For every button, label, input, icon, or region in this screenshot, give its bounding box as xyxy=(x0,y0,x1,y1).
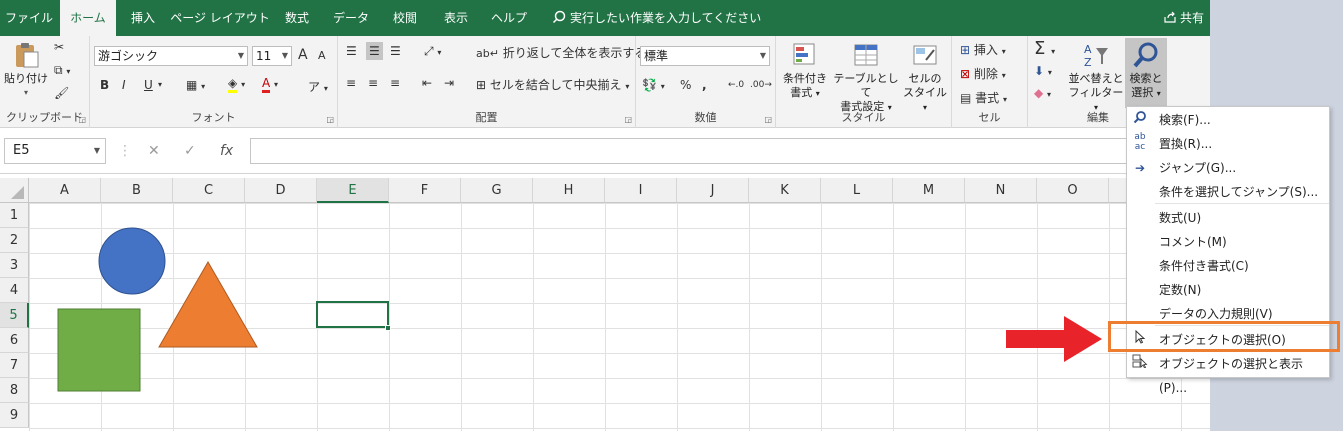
shapes-layer xyxy=(57,227,258,392)
excel-window: ファイル ホーム 挿入 ページ レイアウト 数式 データ 校閲 表示 ヘルプ 実… xyxy=(0,0,1210,431)
arrow-right-icon: ➔ xyxy=(1134,161,1146,175)
square-shape[interactable] xyxy=(57,308,141,392)
menu-item-label: コメント(M) xyxy=(1159,235,1227,249)
menu-item-label: 検索(F)... xyxy=(1159,113,1211,127)
menu-item-label: 条件付き書式(C) xyxy=(1159,259,1249,273)
menu-item-label: 定数(N) xyxy=(1159,283,1202,297)
search-icon xyxy=(1131,108,1149,132)
menu-item-0[interactable]: 検索(F)... xyxy=(1127,108,1329,132)
replace-icon: ab ac xyxy=(1134,132,1146,152)
selection-pane-icon xyxy=(1131,352,1149,376)
highlight-box xyxy=(1108,321,1340,352)
menu-item-label: オブジェクトの選択と表示(P)... xyxy=(1159,357,1304,395)
menu-separator xyxy=(1155,203,1329,204)
triangle-shape[interactable] xyxy=(158,260,258,348)
circle-shape[interactable] xyxy=(98,227,166,295)
menu-item-6[interactable]: 条件付き書式(C) xyxy=(1127,254,1329,278)
menu-item-5[interactable]: コメント(M) xyxy=(1127,230,1329,254)
menu-item-2[interactable]: ➔ ジャンプ(G)... xyxy=(1127,156,1329,180)
menu-item-label: 置換(R)... xyxy=(1159,137,1213,151)
menu-item-label: ジャンプ(G)... xyxy=(1159,161,1237,175)
menu-item-7[interactable]: 定数(N) xyxy=(1127,278,1329,302)
menu-item-label: 数式(U) xyxy=(1159,211,1202,225)
menu-item-3[interactable]: 条件を選択してジャンプ(S)... xyxy=(1127,180,1329,204)
menu-item-label: 条件を選択してジャンプ(S)... xyxy=(1159,185,1319,199)
menu-item-10[interactable]: オブジェクトの選択と表示(P)... xyxy=(1127,352,1329,395)
menu-item-4[interactable]: 数式(U) xyxy=(1127,206,1329,230)
menu-item-1[interactable]: ab ac 置換(R)... xyxy=(1127,132,1329,156)
red-arrow-annotation xyxy=(1006,316,1102,362)
